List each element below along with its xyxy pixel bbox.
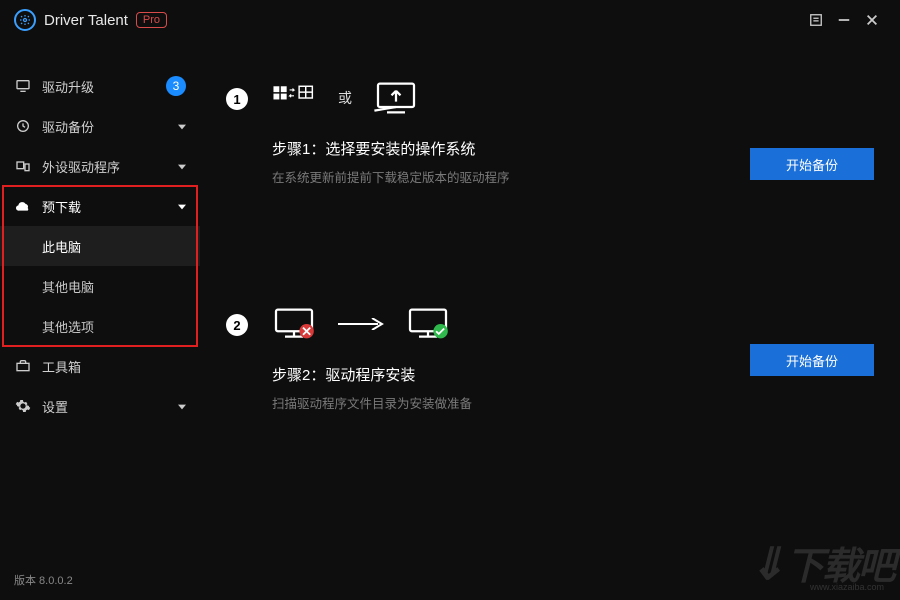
pro-badge: Pro (136, 12, 167, 28)
badge-count: 3 (166, 76, 186, 96)
sidebar-item-driver-upgrade[interactable]: 驱动升级 3 (0, 66, 200, 106)
version-label: 版本 8.0.0.2 (14, 572, 73, 588)
toolbox-icon (14, 357, 32, 375)
sidebar-item-toolbox[interactable]: 工具箱 (0, 346, 200, 386)
start-backup-button-2[interactable]: 开始备份 (750, 344, 874, 376)
sidebar-item-driver-backup[interactable]: 驱动备份 (0, 106, 200, 146)
app-logo-icon (14, 9, 36, 31)
sidebar-item-label: 驱动升级 (42, 77, 94, 96)
chevron-down-icon (178, 159, 186, 174)
sidebar-item-label: 预下载 (42, 197, 81, 216)
windows-swap-icon (272, 80, 316, 116)
devices-icon (14, 157, 32, 175)
sidebar-subitem-this-pc[interactable]: 此电脑 (0, 226, 200, 266)
sidebar-item-settings[interactable]: 设置 (0, 386, 200, 426)
chevron-down-icon (178, 199, 186, 214)
monitor-success-icon (406, 306, 450, 342)
close-button[interactable] (858, 6, 886, 34)
monitor-error-icon (272, 306, 316, 342)
step-description: 扫描驱动程序文件目录为安装做准备 (272, 393, 874, 412)
or-text: 或 (338, 88, 352, 108)
sidebar-subitem-other-pc[interactable]: 其他电脑 (0, 266, 200, 306)
step-number: 1 (226, 88, 248, 110)
start-backup-button-1[interactable]: 开始备份 (750, 148, 874, 180)
chevron-down-icon (178, 119, 186, 134)
main-content: 1 或 步骤1：选择要安装的操作系统 在系统更新前提前下载稳定版本的驱动程序 开… (200, 40, 900, 600)
app-title: Driver Talent (44, 12, 128, 29)
sidebar-item-label: 设置 (42, 397, 68, 416)
sidebar-subitem-other-options[interactable]: 其他选项 (0, 306, 200, 346)
titlebar: Driver Talent Pro (0, 0, 900, 40)
chevron-down-icon (178, 399, 186, 414)
sidebar-subitem-label: 此电脑 (42, 237, 81, 256)
sidebar-item-label: 驱动备份 (42, 117, 94, 136)
monitor-upload-icon (374, 80, 418, 116)
sidebar-item-peripheral-drivers[interactable]: 外设驱动程序 (0, 146, 200, 186)
gear-icon (14, 397, 32, 415)
sidebar-subitem-label: 其他选项 (42, 317, 94, 336)
menu-button[interactable] (802, 6, 830, 34)
sidebar-item-predownload[interactable]: 预下载 (0, 186, 200, 226)
cloud-download-icon (14, 197, 32, 215)
watermark: ⇓ 下载吧 www.xiazaiba.com (749, 535, 894, 590)
minimize-button[interactable] (830, 6, 858, 34)
clock-icon (14, 117, 32, 135)
step-number: 2 (226, 314, 248, 336)
download-glyph-icon: ⇓ (749, 539, 784, 590)
sidebar-item-label: 工具箱 (42, 357, 81, 376)
sidebar-subitem-label: 其他电脑 (42, 277, 94, 296)
sidebar-item-label: 外设驱动程序 (42, 157, 120, 176)
watermark-url: www.xiazaiba.com (810, 582, 884, 592)
arrow-right-icon (338, 318, 384, 330)
sidebar: 驱动升级 3 驱动备份 外设驱动程序 预下载 此电脑 (0, 40, 200, 600)
monitor-icon (14, 77, 32, 95)
